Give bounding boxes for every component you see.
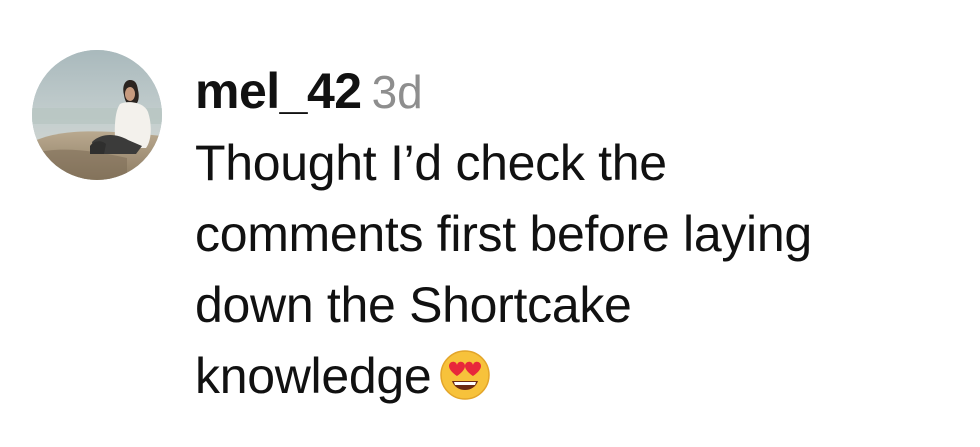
comment-text-line: Thought I’d check the <box>195 135 667 191</box>
comment-text-line: knowledge <box>195 348 432 404</box>
comment-text-last-line: knowledge <box>195 341 965 412</box>
timestamp: 3d <box>371 66 423 118</box>
comment-text: Thought I’d check the comments first bef… <box>195 128 965 412</box>
username-link[interactable]: mel_42 <box>195 63 362 119</box>
comment-body: mel_42 3d Thought I’d check the comments … <box>195 60 965 412</box>
avatar[interactable] <box>32 50 162 180</box>
heart-eyes-emoji-icon <box>439 349 491 401</box>
avatar-photo <box>32 50 162 180</box>
comment-header: mel_42 3d <box>195 60 965 122</box>
comment-text-line: down the Shortcake <box>195 277 632 333</box>
comment: mel_42 3d Thought I’d check the comments … <box>0 0 980 447</box>
comment-text-line: comments first before laying <box>195 206 812 262</box>
